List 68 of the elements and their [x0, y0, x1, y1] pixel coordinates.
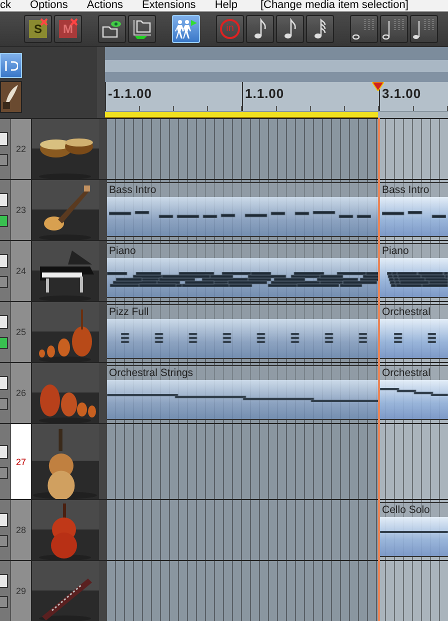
track-number[interactable]: 29 [10, 561, 31, 621]
track-number[interactable]: 25 [10, 302, 31, 362]
track-number[interactable]: 27 [10, 424, 31, 499]
folder-eye-icon [101, 19, 123, 39]
half-button[interactable] [380, 15, 408, 43]
folder-icon [131, 18, 153, 40]
ruler-label: 3.1.00 [381, 84, 422, 100]
track-number[interactable]: 26 [10, 363, 31, 423]
track-lane[interactable]: Pizz Full Orchestral [107, 302, 448, 362]
ruler-label: 1.1.00 [244, 84, 284, 100]
clip-title: Piano [380, 244, 448, 258]
monitor-toggle[interactable] [0, 398, 8, 410]
monitor-toggle[interactable] [0, 596, 8, 608]
eighth-note-icon [254, 18, 266, 40]
track-lane[interactable]: Cello Solo [107, 500, 448, 560]
track-lane[interactable]: Bass Intro Bass Intro [107, 180, 448, 240]
status-text: [Change media item selection] [260, 0, 408, 11]
clip-title: Bass Intro [380, 183, 448, 197]
walkers-button[interactable] [172, 15, 200, 43]
midi-notes-drawing [387, 272, 448, 287]
close-icon [70, 18, 78, 26]
marker-lane[interactable] [105, 47, 448, 60]
monitor-toggle[interactable] [0, 337, 8, 349]
ruler-strip [378, 112, 448, 118]
menu-item[interactable]: ck [0, 0, 11, 11]
feather-button[interactable] [0, 81, 22, 113]
clip-title: Pizz Full [107, 305, 380, 319]
midi-notes-drawing [382, 211, 446, 218]
monitor-toggle[interactable] [0, 466, 8, 478]
menu-item[interactable]: Actions [86, 0, 123, 11]
midi-notes-drawing [394, 333, 436, 343]
clip-title: Cello Solo [380, 503, 448, 517]
clip-title: Bass Intro [107, 183, 380, 197]
track-number[interactable]: 22 [10, 119, 31, 179]
track-number[interactable]: 28 [10, 500, 31, 560]
close-icon [40, 18, 48, 26]
clip-title: Piano [107, 244, 380, 258]
monitor-toggle[interactable] [0, 276, 8, 288]
monitor-toggle[interactable] [0, 154, 8, 166]
menu-item[interactable]: Help [214, 0, 238, 11]
folder-eye-button[interactable] [98, 15, 126, 43]
feather-icon [2, 84, 20, 110]
eighth-button[interactable] [276, 15, 304, 43]
solo-clear-button[interactable]: S [24, 15, 52, 43]
whole-button[interactable] [350, 15, 378, 43]
clip-title: Orchestral Strings [107, 366, 380, 380]
track-number[interactable]: 24 [10, 241, 31, 301]
monitor-toggle[interactable] [0, 535, 8, 547]
clip-title: Orchestral [380, 366, 448, 380]
folder-button[interactable] [128, 15, 156, 43]
menu-item[interactable]: Options [30, 0, 68, 11]
menu-item[interactable]: Extensions [142, 0, 196, 11]
thirty-second-note-icon [314, 18, 326, 40]
track-lane[interactable]: Piano Piano [107, 241, 448, 301]
walking-figures-icon [174, 18, 198, 40]
loop-range-bar[interactable] [105, 112, 378, 118]
thirtysecond-button[interactable] [306, 15, 334, 43]
track-lane[interactable]: Orchestral Strings Orchestral [107, 363, 448, 423]
snap-button[interactable] [0, 53, 22, 78]
quarter-button[interactable] [410, 15, 438, 43]
eighth-button[interactable] [246, 15, 274, 43]
track-number[interactable]: 23 [10, 180, 31, 240]
bracket-icon [4, 58, 18, 72]
monitor-toggle[interactable] [0, 215, 8, 227]
time-ruler[interactable]: -1.1.00 1.1.00 3.1.00 [105, 82, 448, 112]
clip-title: Orchestral [380, 305, 448, 319]
eighth-note-icon [284, 18, 296, 40]
ruler-label: -1.1.00 [107, 84, 152, 100]
